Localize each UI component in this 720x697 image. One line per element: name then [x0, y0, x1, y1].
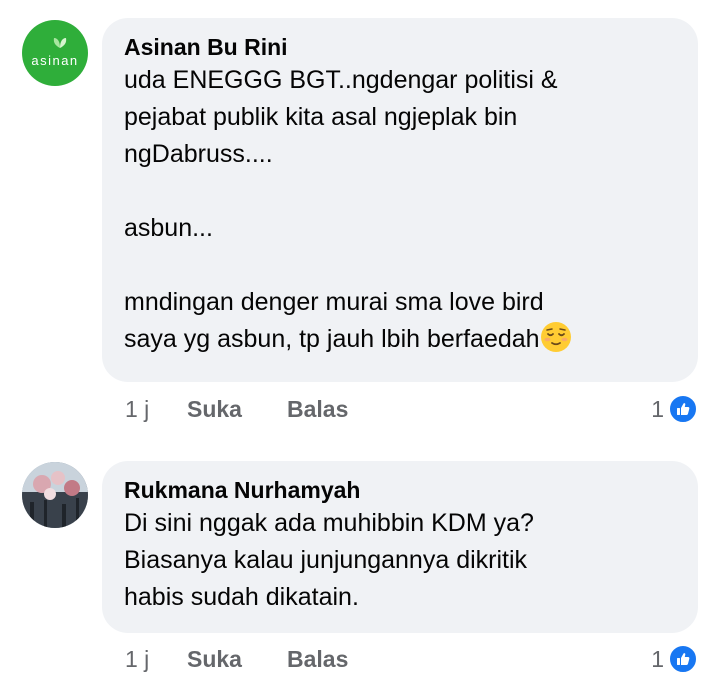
comment-timestamp[interactable]: 1 j — [125, 646, 187, 673]
comment-author[interactable]: Rukmana Nurhamyah — [124, 475, 676, 505]
comment-actions: 1 j Suka Balas — [125, 646, 348, 673]
avatar[interactable]: asinan — [22, 20, 88, 86]
comment-text: Di sini nggak ada muhibbin KDM ya? Biasa… — [124, 509, 534, 611]
comment-author[interactable]: Asinan Bu Rini — [124, 32, 676, 62]
like-button[interactable]: Suka — [187, 646, 287, 673]
like-button[interactable]: Suka — [187, 396, 287, 423]
thumbs-up-icon — [668, 394, 698, 424]
reply-button[interactable]: Balas — [287, 396, 348, 423]
comment-bubble: Rukmana Nurhamyah Di sini nggak ada muhi… — [102, 461, 698, 633]
reaction-count: 1 — [651, 645, 664, 672]
reply-button[interactable]: Balas — [287, 646, 348, 673]
comment-actions: 1 j Suka Balas — [125, 396, 348, 423]
comment-text: uda ENEGGG BGT..ngdengar politisi & peja… — [124, 62, 676, 358]
leaf-icon — [53, 38, 67, 48]
reaction-summary[interactable]: 1 — [651, 644, 698, 674]
reaction-summary[interactable]: 1 — [651, 394, 698, 424]
thumbs-up-icon — [668, 644, 698, 674]
comment-timestamp[interactable]: 1 j — [125, 396, 187, 423]
avatar-photo-icon — [22, 462, 88, 528]
avatar[interactable] — [22, 462, 88, 528]
reaction-count: 1 — [651, 395, 664, 422]
avatar-logo-text: asinan — [31, 52, 79, 68]
comment-bubble: Asinan Bu Rini uda ENEGGG BGT..ngdengar … — [102, 18, 698, 382]
relieved-face-emoji-icon — [540, 322, 571, 352]
